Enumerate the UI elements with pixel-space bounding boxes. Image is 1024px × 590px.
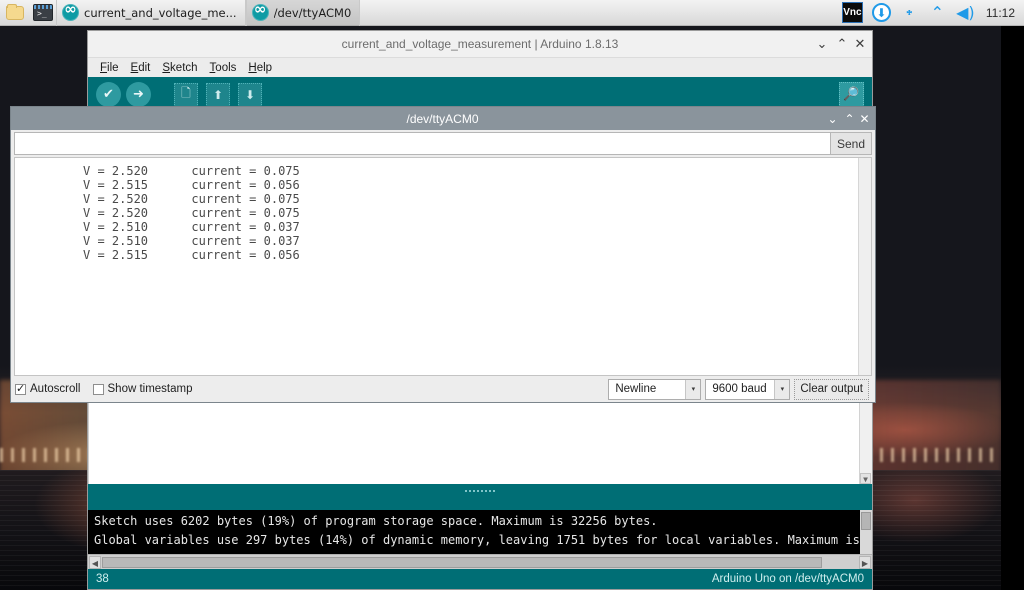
serial-close-button[interactable]: ✕ [858,107,875,130]
arrow-down-icon: ⬇ [245,88,255,102]
serial-send-row: Send [11,130,875,157]
ide-progress-bar [88,498,872,510]
status-line-number: 38 [96,573,109,585]
software-update-icon[interactable]: ⬇ [872,3,891,22]
checkbox-box [93,384,104,395]
desktop-screen: >_ current_and_voltage_me... /dev/ttyACM… [0,0,1024,590]
taskbar-spacer [360,0,842,26]
taskbar-task-arduino-ide[interactable]: current_and_voltage_me... [56,0,246,26]
check-icon: ✔ [103,87,114,102]
ide-console-divider[interactable] [88,484,872,498]
taskbar-task-label: current_and_voltage_me... [84,6,237,20]
ide-maximize-button[interactable]: ⌃ [832,31,852,58]
ide-console-output[interactable]: Sketch uses 6202 bytes (19%) of program … [88,510,872,554]
autoscroll-checkbox[interactable]: Autoscroll [15,383,81,395]
console-horizontal-scrollbar[interactable]: ◀ ▶ [88,554,872,569]
menu-edit[interactable]: Edit [125,62,157,74]
serial-output-line: V = 2.510 current = 0.037 [15,234,871,248]
serial-monitor-button[interactable]: 🔎 [839,82,864,107]
vnc-icon[interactable]: Vnc [842,2,863,23]
show-timestamp-label: Show timestamp [108,383,193,395]
taskbar-task-serial-monitor[interactable]: /dev/ttyACM0 [246,0,361,26]
scroll-right-arrow[interactable]: ▶ [859,556,871,569]
line-ending-value: Newline [609,383,685,395]
chevron-down-icon: ▾ [685,380,700,399]
status-board-info: Arduino Uno on /dev/ttyACM0 [712,573,864,585]
send-button[interactable]: Send [831,132,872,155]
taskbar-task-label: /dev/ttyACM0 [274,6,352,20]
new-sketch-button[interactable]: 🗋 [174,83,198,107]
volume-icon[interactable]: ◀) [956,3,975,22]
menu-sketch[interactable]: Sketch [156,62,203,74]
scroll-down-arrow[interactable]: ▼ [860,473,871,484]
folder-icon [6,6,24,20]
serial-output-line: V = 2.520 current = 0.075 [15,164,871,178]
serial-bottom-bar: Autoscroll Show timestamp Newline ▾ 9600… [11,376,875,402]
serial-minimize-button[interactable]: ⌄ [824,107,841,130]
baud-rate-value: 9600 baud [706,383,774,395]
checkbox-box [15,384,26,395]
serial-maximize-button[interactable]: ⌃ [841,107,858,130]
serial-vertical-scrollbar[interactable] [858,158,871,375]
vnc-label: Vnc [843,8,861,18]
wifi-icon[interactable]: ⌃ [928,3,947,22]
terminal-icon: >_ [33,4,53,21]
system-tray: Vnc ⬇ ᛭ ⌃ ◀) 11:12 [842,0,1024,26]
serial-output-line: V = 2.520 current = 0.075 [15,206,871,220]
console-vertical-scrollbar[interactable] [860,510,872,554]
serial-titlebar: /dev/ttyACM0 ⌄ ⌃ ✕ [11,107,875,130]
magnifier-icon: 🔎 [843,87,859,102]
console-line: Global variables use 297 bytes (14%) of … [94,531,872,550]
verify-button[interactable]: ✔ [96,82,121,107]
ide-titlebar: current_and_voltage_measurement | Arduin… [88,31,872,58]
screen-right-black-bar [1001,0,1024,590]
serial-output-line: V = 2.520 current = 0.075 [15,192,871,206]
autoscroll-label: Autoscroll [30,383,81,395]
menu-tools[interactable]: Tools [204,62,243,74]
ide-close-button[interactable]: ✕ [852,31,872,58]
menu-help[interactable]: Help [242,62,278,74]
save-sketch-button[interactable]: ⬇ [238,83,262,107]
chevron-down-icon: ▾ [774,380,789,399]
arduino-icon [252,4,269,21]
launcher-terminal[interactable]: >_ [30,1,56,25]
clear-output-button[interactable]: Clear output [794,379,869,400]
ide-minimize-button[interactable]: ⌄ [812,31,832,58]
serial-output-area[interactable]: V = 2.520 current = 0.075 V = 2.515 curr… [14,157,872,376]
serial-monitor-window: /dev/ttyACM0 ⌄ ⌃ ✕ Send V = 2.520 curren… [10,106,876,403]
upload-button[interactable]: ➜ [126,82,151,107]
open-sketch-button[interactable]: ⬆ [206,83,230,107]
menu-file[interactable]: File [94,62,125,74]
baud-rate-dropdown[interactable]: 9600 baud ▾ [705,379,790,400]
ide-window-title: current_and_voltage_measurement | Arduin… [148,37,812,51]
ide-status-bar: 38 Arduino Uno on /dev/ttyACM0 [88,569,872,589]
serial-output-line: V = 2.515 current = 0.056 [15,178,871,192]
show-timestamp-checkbox[interactable]: Show timestamp [93,383,193,395]
arrow-up-icon: ⬆ [213,88,223,102]
console-hscroll-thumb[interactable] [102,557,822,568]
serial-output-line: V = 2.510 current = 0.037 [15,220,871,234]
bluetooth-icon[interactable]: ᛭ [900,3,919,22]
taskbar-clock[interactable]: 11:12 [984,6,1015,20]
serial-window-title: /dev/ttyACM0 [61,112,824,126]
arrow-right-icon: ➜ [133,87,144,102]
file-icon: 🗋 [181,84,191,105]
line-ending-dropdown[interactable]: Newline ▾ [608,379,701,400]
scroll-left-arrow[interactable]: ◀ [89,556,101,569]
download-arrow-glyph: ⬇ [876,7,886,19]
serial-input[interactable] [14,132,831,155]
launcher-file-manager[interactable] [2,1,28,25]
arduino-icon [62,4,79,21]
ide-menubar: File Edit Sketch Tools Help [88,58,872,77]
console-scroll-thumb[interactable] [861,512,871,530]
serial-output-line: V = 2.515 current = 0.056 [15,248,871,262]
console-line: Sketch uses 6202 bytes (19%) of program … [94,512,872,531]
taskbar: >_ current_and_voltage_me... /dev/ttyACM… [0,0,1024,26]
terminal-prompt-glyph: >_ [37,10,47,18]
